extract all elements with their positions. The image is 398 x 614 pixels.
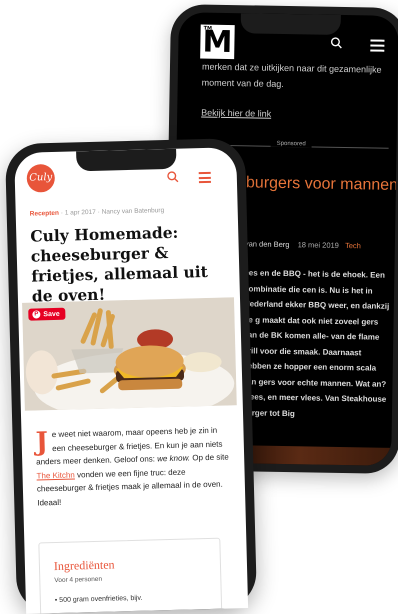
article-date: 1 apr 2017 <box>64 208 96 217</box>
article-author[interactable]: Nancy van Batenburg <box>102 207 165 216</box>
ingredients-title: Ingrediënten <box>53 557 115 574</box>
ingredient-text: 500 gram ovenfrieties, bijv. <box>59 594 143 604</box>
body-text-b: Op de site <box>192 452 229 463</box>
body-emphasis: we know. <box>157 453 191 464</box>
culy-logo[interactable]: Culy <box>26 163 56 193</box>
article-title: Culy Homemade: cheeseburger & frietjes, … <box>30 222 209 306</box>
m-logo[interactable]: TM M <box>200 24 235 60</box>
the-kitchn-link[interactable]: The Kitchn <box>36 470 74 480</box>
pinterest-icon: P <box>32 310 41 319</box>
search-icon[interactable] <box>330 37 342 49</box>
back-article-title[interactable]: burgers voor mannen <box>246 173 398 196</box>
back-author: van den Berg <box>244 239 290 250</box>
burger-fries-photo: P Save <box>22 297 237 411</box>
ingredients-card: Ingrediënten Voor 4 personen • 500 gram … <box>38 537 223 614</box>
back-tag[interactable]: Tech <box>345 241 361 250</box>
pinterest-save-button[interactable]: P Save <box>28 307 66 321</box>
ingredients-servings: Voor 4 personen <box>54 575 103 585</box>
hamburger-menu-icon[interactable] <box>198 171 211 184</box>
front-phone: Culy Recepten · 1 apr 2017 · Nancy van B… <box>4 137 258 614</box>
drop-cap: J <box>35 427 49 458</box>
category-link[interactable]: Recepten <box>30 210 59 218</box>
back-article-image <box>230 445 398 466</box>
article-meta: Recepten · 1 apr 2017 · Nancy van Batenb… <box>29 207 165 218</box>
front-phone-screen: Culy Recepten · 1 apr 2017 · Nancy van B… <box>14 147 249 614</box>
search-icon[interactable] <box>167 171 179 183</box>
front-phone-notch <box>76 148 177 172</box>
article-body: J e weet niet waarom, maar opeens heb je… <box>35 423 233 509</box>
ingredient-item: • 500 gram ovenfrieties, bijv. <box>54 594 143 605</box>
back-article-meta: van den Berg 18 mei 2019 Tech <box>245 239 361 250</box>
save-label: Save <box>43 310 60 318</box>
back-phone-notch <box>240 13 341 35</box>
back-article-link[interactable]: Bekijk hier de link <box>201 108 271 119</box>
back-intro-text: merken dat ze uitkijken naar dit gezamen… <box>201 61 382 89</box>
hamburger-menu-icon[interactable] <box>370 39 385 52</box>
m-logo-tm: TM <box>203 25 213 32</box>
sponsored-label: Sponsored <box>270 140 312 148</box>
back-article-body: ees en de BBQ - het is de ehoek. Een com… <box>241 268 390 418</box>
back-date: 18 mei 2019 <box>297 240 339 250</box>
